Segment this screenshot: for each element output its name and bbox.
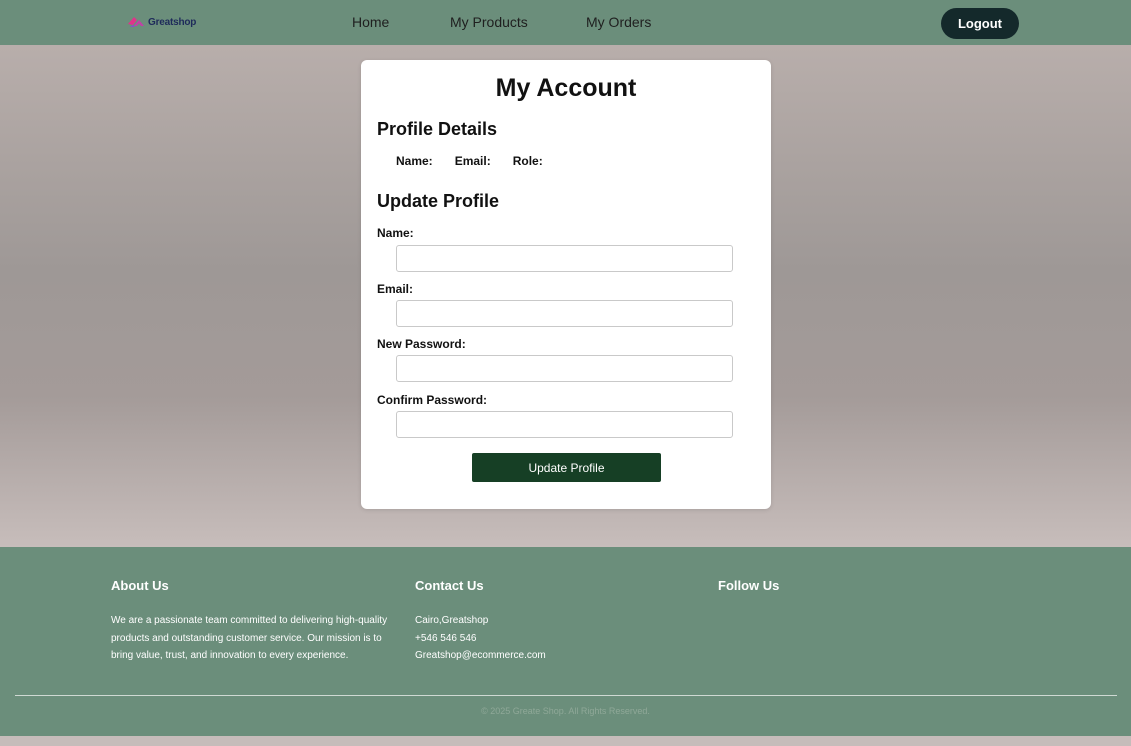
- detail-name-label: Name:: [396, 154, 433, 168]
- footer-follow: Follow Us: [718, 578, 1013, 612]
- top-navbar: Greatshop Home My Products My Orders Log…: [0, 0, 1131, 45]
- contact-phone: +546 546 546: [415, 632, 477, 644]
- new-password-label: New Password:: [377, 337, 466, 351]
- about-text: We are a passionate team committed to de…: [111, 615, 388, 661]
- copyright-text: © 2025 Greate Shop. All Rights Reserved.: [481, 706, 650, 716]
- logo-text: Greatshop: [148, 16, 197, 28]
- profile-details-row: Name: Email: Role:: [396, 154, 543, 168]
- confirm-password-label: Confirm Password:: [377, 393, 488, 407]
- email-input[interactable]: [396, 300, 733, 327]
- profile-details-heading: Profile Details: [377, 119, 498, 139]
- about-heading: About Us: [111, 578, 169, 593]
- name-input[interactable]: [396, 245, 733, 272]
- follow-heading: Follow Us: [718, 578, 780, 593]
- name-label: Name:: [377, 226, 414, 240]
- footer-contact: Contact Us Cairo,Greatshop +546 546 546 …: [415, 578, 710, 665]
- footer-divider: [15, 695, 1117, 696]
- nav-my-orders[interactable]: My Orders: [586, 14, 651, 30]
- nav-my-products[interactable]: My Products: [450, 14, 528, 30]
- contact-email[interactable]: Greatshop@ecommerce.com: [415, 647, 710, 665]
- contact-heading: Contact Us: [415, 578, 484, 593]
- footer-about: About Us We are a passionate team commit…: [111, 578, 406, 665]
- brand-logo[interactable]: Greatshop: [127, 13, 196, 31]
- contact-address: Cairo,Greatshop: [415, 615, 489, 626]
- account-card: My Account Profile Details Name: Email: …: [361, 60, 771, 509]
- nav-home[interactable]: Home: [352, 14, 389, 30]
- email-label: Email:: [377, 282, 414, 296]
- detail-email-label: Email:: [454, 154, 491, 168]
- detail-role-label: Role:: [512, 154, 543, 168]
- page-title: My Account: [495, 74, 637, 102]
- logout-button[interactable]: Logout: [941, 8, 1019, 39]
- update-profile-heading: Update Profile: [377, 191, 500, 211]
- bottom-strip: [0, 736, 1131, 746]
- new-password-input[interactable]: [396, 355, 733, 382]
- site-footer: About Us We are a passionate team commit…: [0, 547, 1131, 736]
- update-profile-button[interactable]: Update Profile: [472, 453, 661, 482]
- confirm-password-input[interactable]: [396, 411, 733, 438]
- greatshop-logo-icon: [128, 17, 144, 27]
